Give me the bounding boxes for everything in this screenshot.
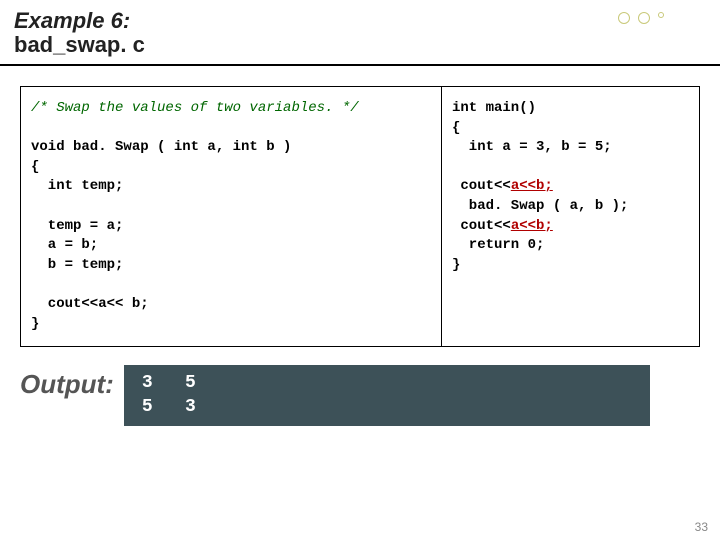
code-line: } xyxy=(452,257,460,273)
slide-header: Example 6: bad_swap. c xyxy=(0,0,720,66)
code-line: void bad. Swap ( int a, int b ) xyxy=(31,139,291,155)
code-line: } xyxy=(31,316,39,332)
code-line: int temp; xyxy=(31,178,123,194)
code-line: cout<<a<<b; xyxy=(452,178,553,194)
cout-expr-link: a<<b; xyxy=(511,178,553,194)
output-line: 3 5 xyxy=(142,373,196,393)
example-label: Example 6: xyxy=(14,8,706,34)
circle-icon xyxy=(638,12,650,24)
filename-title: bad_swap. c xyxy=(14,32,706,58)
output-label: Output: xyxy=(20,365,114,400)
code-right-pane: int main() { int a = 3, b = 5; cout<<a<<… xyxy=(442,87,699,346)
code-line: cout<<a<< b; xyxy=(31,296,149,312)
code-line: cout<<a<<b; xyxy=(452,218,553,234)
code-line: b = temp; xyxy=(31,257,123,273)
code-line: int main() xyxy=(452,100,536,116)
page-number: 33 xyxy=(695,520,708,534)
output-section: Output: 3 5 5 3 xyxy=(20,365,700,426)
circle-icon xyxy=(618,12,630,24)
output-line: 5 3 xyxy=(142,397,196,417)
code-line: return 0; xyxy=(452,237,544,253)
decorative-circles xyxy=(618,12,664,24)
code-line: temp = a; xyxy=(31,218,123,234)
code-comment: /* Swap the values of two variables. */ xyxy=(31,100,359,116)
code-line: a = b; xyxy=(31,237,98,253)
code-line: int a = 3, b = 5; xyxy=(452,139,612,155)
code-line: { xyxy=(31,159,39,175)
circle-icon xyxy=(658,12,664,18)
code-left-pane: /* Swap the values of two variables. */ … xyxy=(21,87,442,346)
code-container: /* Swap the values of two variables. */ … xyxy=(20,86,700,347)
console-output: 3 5 5 3 xyxy=(124,365,650,426)
code-line: { xyxy=(452,120,460,136)
code-line: bad. Swap ( a, b ); xyxy=(452,198,628,214)
cout-expr-link: a<<b; xyxy=(511,218,553,234)
